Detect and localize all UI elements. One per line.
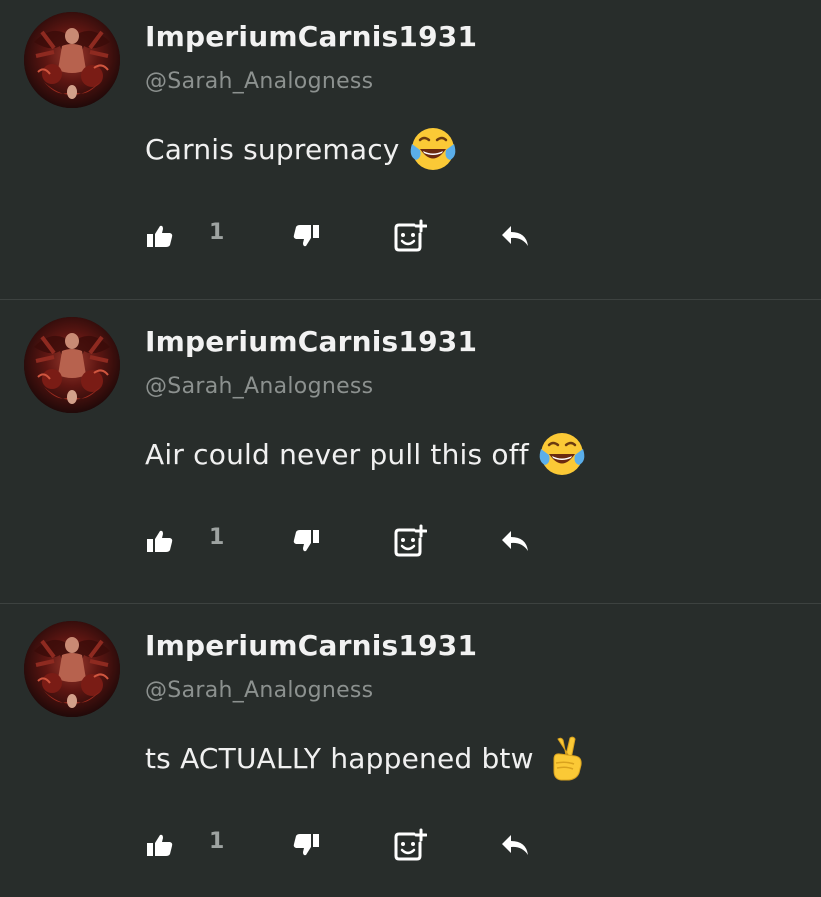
- add-reaction-button[interactable]: [393, 828, 427, 862]
- comment-body: Air could never pull this off: [145, 427, 587, 481]
- add-reaction-icon: [393, 219, 427, 253]
- thumbs-up-icon: [147, 833, 173, 857]
- user-handle[interactable]: @Sarah_Analogness: [145, 374, 373, 399]
- comment-body: Carnis supremacy: [145, 122, 458, 176]
- dislike-button[interactable]: [293, 831, 319, 859]
- comment-actions: 1: [0, 823, 821, 867]
- display-name[interactable]: ImperiumCarnis1931: [145, 325, 477, 358]
- like-button[interactable]: [147, 222, 173, 250]
- comment: ImperiumCarnis1931 @Sarah_Analogness ts …: [0, 603, 821, 897]
- avatar[interactable]: [24, 317, 120, 413]
- thumbs-down-icon: [293, 833, 319, 857]
- comment: ImperiumCarnis1931 @Sarah_Analogness Air…: [0, 299, 821, 602]
- user-handle[interactable]: @Sarah_Analogness: [145, 69, 373, 94]
- comment-text: Carnis supremacy: [145, 132, 400, 166]
- tears-of-joy-emoji-icon: [408, 124, 458, 174]
- reply-button[interactable]: [500, 222, 530, 250]
- comment-actions: 1: [0, 214, 821, 258]
- like-count: 1: [209, 525, 225, 550]
- user-handle[interactable]: @Sarah_Analogness: [145, 678, 373, 703]
- reply-button[interactable]: [500, 527, 530, 555]
- reply-icon: [500, 529, 530, 553]
- like-button[interactable]: [147, 527, 173, 555]
- reply-icon: [500, 833, 530, 857]
- comment-text: ts ACTUALLY happened btw: [145, 741, 534, 775]
- comment-actions: 1: [0, 519, 821, 563]
- add-reaction-icon: [393, 524, 427, 558]
- display-name[interactable]: ImperiumCarnis1931: [145, 629, 477, 662]
- thumbs-down-icon: [293, 224, 319, 248]
- add-reaction-button[interactable]: [393, 524, 427, 558]
- victory-hand-emoji-icon: [542, 733, 592, 783]
- tears-of-joy-emoji-icon: [537, 429, 587, 479]
- add-reaction-icon: [393, 828, 427, 862]
- reply-icon: [500, 224, 530, 248]
- like-count: 1: [209, 220, 225, 245]
- thumbs-up-icon: [147, 224, 173, 248]
- comment-feed: ImperiumCarnis1931 @Sarah_Analogness Car…: [0, 0, 821, 897]
- thumbs-down-icon: [293, 529, 319, 553]
- comment-text: Air could never pull this off: [145, 437, 529, 471]
- like-button[interactable]: [147, 831, 173, 859]
- comment-body: ts ACTUALLY happened btw: [145, 731, 592, 785]
- reply-button[interactable]: [500, 831, 530, 859]
- avatar[interactable]: [24, 12, 120, 108]
- display-name[interactable]: ImperiumCarnis1931: [145, 20, 477, 53]
- like-count: 1: [209, 829, 225, 854]
- add-reaction-button[interactable]: [393, 219, 427, 253]
- dislike-button[interactable]: [293, 527, 319, 555]
- thumbs-up-icon: [147, 529, 173, 553]
- comment: ImperiumCarnis1931 @Sarah_Analogness Car…: [0, 0, 821, 303]
- avatar[interactable]: [24, 621, 120, 717]
- dislike-button[interactable]: [293, 222, 319, 250]
